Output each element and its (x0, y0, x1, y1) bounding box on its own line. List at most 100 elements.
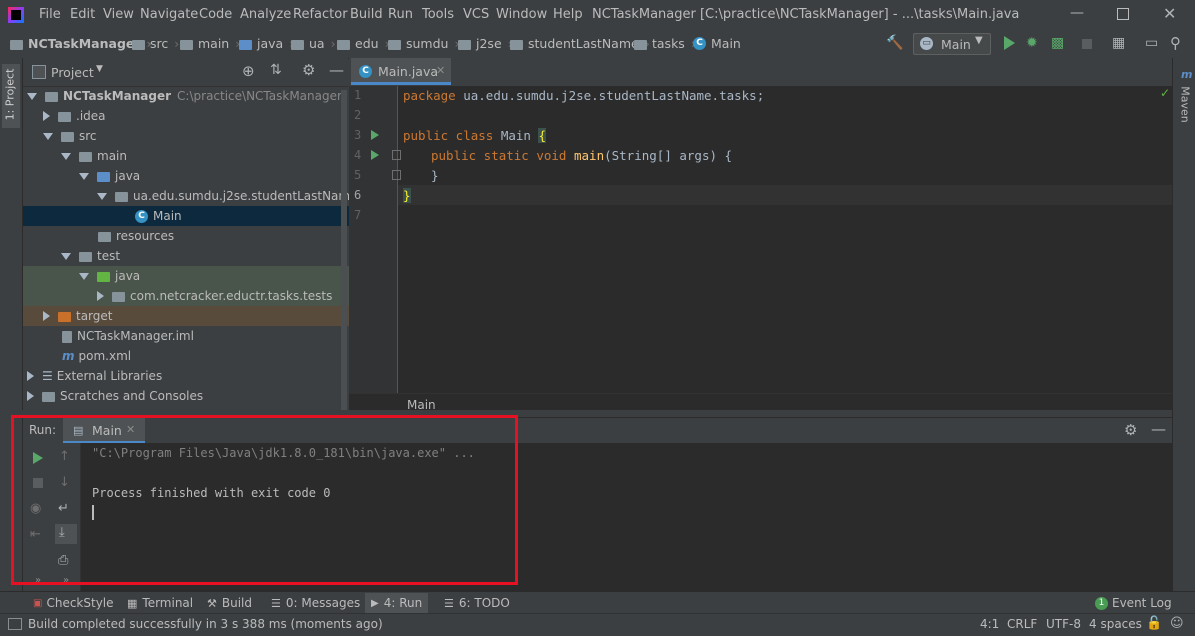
tree-item-main[interactable]: main (23, 146, 386, 166)
expand-arrow-icon[interactable] (27, 371, 34, 381)
run-icon[interactable] (1004, 36, 1015, 50)
tree-item-src[interactable]: src (23, 126, 368, 146)
menu-file[interactable]: File (39, 7, 61, 22)
tree-item-scratches[interactable]: Scratches and Consoles (23, 386, 352, 406)
tree-item-label: .idea (76, 109, 106, 123)
collapse-all-icon[interactable]: ⇅ (270, 62, 282, 78)
file-encoding[interactable]: UTF-8 (1046, 617, 1081, 631)
terminal-window-icon[interactable]: ▭ (1145, 35, 1158, 51)
run-gutter-icon[interactable] (371, 150, 379, 160)
debug-icon[interactable]: ✹ (1026, 35, 1038, 51)
expand-arrow-icon[interactable] (61, 152, 71, 160)
inspector-icon[interactable]: ☺ (1170, 616, 1184, 631)
package-icon (112, 292, 125, 302)
gear-icon[interactable]: ⚙ (302, 61, 315, 79)
menu-refactor[interactable]: Refactor (293, 7, 348, 22)
expand-arrow-icon[interactable] (43, 311, 50, 321)
maximize-icon[interactable] (1117, 8, 1129, 20)
project-structure-icon[interactable]: ▦ (1112, 35, 1125, 51)
tree-item-target[interactable]: target (23, 306, 368, 326)
tool-tab-todo[interactable]: ☰ 6: TODO (444, 595, 510, 611)
project-scrollbar[interactable] (341, 90, 347, 410)
tab-main-java[interactable]: C Main.java ✕ (351, 58, 451, 85)
hide-panel-icon[interactable]: — (1151, 420, 1166, 438)
expand-arrow-icon[interactable] (61, 252, 71, 260)
menu-build[interactable]: Build (350, 7, 383, 22)
expand-arrow-icon[interactable] (27, 391, 34, 401)
tool-tab-checkstyle[interactable]: ▣ CheckStyle (33, 595, 114, 611)
maven-icon: m (1181, 68, 1193, 81)
locate-file-icon[interactable]: ⊕ (242, 62, 255, 80)
breadcrumb-java[interactable]: java› (239, 36, 294, 51)
tool-tab-run[interactable]: ▶ 4: Run (365, 593, 429, 613)
close-tab-icon[interactable]: ✕ (436, 64, 445, 77)
breadcrumb-ua[interactable]: ua › (291, 36, 336, 51)
tool-windows-icon[interactable] (8, 618, 22, 630)
menu-analyze[interactable]: Analyze (240, 7, 291, 22)
tree-item-test[interactable]: test (23, 246, 386, 266)
line-separator[interactable]: CRLF (1007, 617, 1037, 631)
package-icon (458, 39, 471, 50)
breadcrumb-j2se[interactable]: j2se› (458, 36, 513, 51)
menu-tools[interactable]: Tools (422, 7, 454, 22)
expand-arrow-icon[interactable] (97, 192, 107, 200)
run-gutter-icon[interactable] (371, 130, 379, 140)
hide-panel-icon[interactable]: — (329, 61, 344, 79)
tool-tab-terminal[interactable]: ▦ Terminal (127, 595, 193, 611)
project-tool-tab[interactable]: 1: Project (2, 64, 20, 128)
stop-icon[interactable] (1082, 39, 1092, 49)
tree-item-iml[interactable]: NCTaskManager.iml (23, 326, 387, 346)
breadcrumb-main[interactable]: main › (180, 36, 240, 51)
chevron-down-icon[interactable]: ▼ (96, 64, 103, 74)
search-icon[interactable]: ⚲ (1170, 34, 1181, 52)
breadcrumb-tasks[interactable]: tasks› (634, 36, 696, 51)
breadcrumb-sumdu[interactable]: sumdu › (388, 36, 459, 51)
tree-item-pom[interactable]: m pom.xml (23, 346, 387, 366)
expand-arrow-icon[interactable] (79, 172, 89, 180)
menu-navigate[interactable]: Navigate (140, 7, 198, 22)
expand-arrow-icon[interactable] (97, 291, 104, 301)
fold-icon[interactable] (392, 170, 401, 180)
breadcrumb-edu[interactable]: edu› (337, 36, 390, 51)
line-number: 6 (354, 188, 362, 202)
menu-help[interactable]: Help (553, 7, 583, 22)
menu-edit[interactable]: Edit (70, 7, 95, 22)
tool-tab-build[interactable]: ⚒ Build (207, 595, 252, 611)
maven-file-icon: m (62, 349, 75, 363)
breadcrumb-main-class[interactable]: C Main (693, 36, 741, 51)
build-hammer-icon[interactable]: 🔨 (886, 35, 903, 51)
tree-item-project-root[interactable]: NCTaskManager C:\practice\NCTaskManager (23, 86, 352, 106)
intellij-logo-icon[interactable] (8, 7, 24, 23)
breadcrumb-src[interactable]: src › (132, 36, 179, 51)
expand-arrow-icon[interactable] (43, 132, 53, 140)
close-icon[interactable]: ✕ (1163, 4, 1176, 23)
expand-arrow-icon[interactable] (43, 111, 50, 121)
menu-code[interactable]: Code (199, 7, 232, 22)
expand-arrow-icon[interactable] (79, 272, 89, 280)
red-highlight-box (11, 415, 518, 585)
project-view-title[interactable]: Project (51, 65, 94, 80)
tool-tab-messages[interactable]: ☰ 0: Messages (271, 595, 360, 611)
tool-tab-event-log[interactable]: 1 Event Log (1095, 595, 1172, 611)
menu-run[interactable]: Run (388, 7, 413, 22)
menu-window[interactable]: Window (496, 7, 547, 22)
caret-position[interactable]: 4:1 (980, 617, 999, 631)
indent-setting[interactable]: 4 spaces (1089, 617, 1142, 631)
minimize-icon[interactable]: — (1070, 5, 1084, 21)
maven-tool-tab[interactable]: m Maven (1175, 66, 1193, 126)
fold-icon[interactable] (392, 150, 401, 160)
status-message[interactable]: Build completed successfully in 3 s 388 … (28, 617, 383, 631)
tree-item-external-libraries[interactable]: ☰ External Libraries (23, 366, 352, 386)
expand-arrow-icon[interactable] (27, 92, 37, 100)
menu-view[interactable]: View (103, 7, 134, 22)
run-with-coverage-icon[interactable]: ▩ (1051, 35, 1064, 51)
tree-item-idea[interactable]: .idea (23, 106, 368, 126)
gear-icon[interactable]: ⚙ (1124, 421, 1137, 439)
run-config-select[interactable]: ▭ Main ▼ (913, 33, 991, 55)
no-problems-check-icon: ✓ (1160, 86, 1171, 100)
class-icon: C (135, 209, 148, 223)
breadcrumb-project[interactable]: NCTaskManager › (10, 36, 152, 51)
menu-vcs[interactable]: VCS (463, 7, 489, 22)
lock-icon[interactable]: 🔓 (1146, 616, 1162, 631)
breadcrumb-studentlastname[interactable]: studentLastName › (510, 36, 650, 51)
